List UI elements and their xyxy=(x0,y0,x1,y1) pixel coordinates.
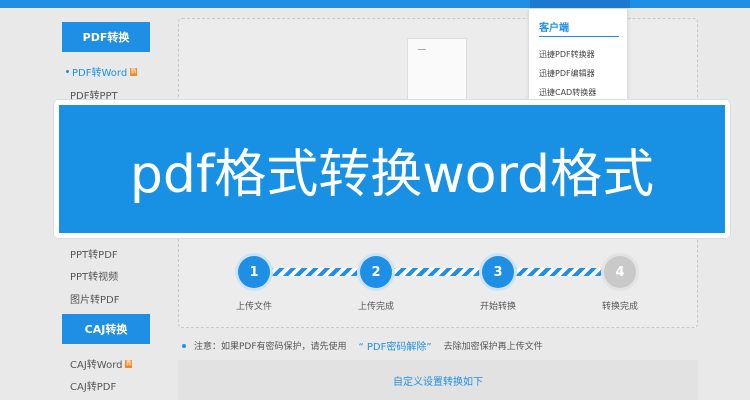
title-banner: pdf格式转换word格式 xyxy=(54,100,730,238)
sidebar-item-label: CAJ转PDF xyxy=(70,382,117,393)
document-mark xyxy=(418,49,426,50)
step-1-circle: 1 xyxy=(238,256,270,288)
step-2-circle: 2 xyxy=(360,256,392,288)
step-1-label: 上传文件 xyxy=(235,302,273,312)
progress-steps: 1 2 3 4 上传文件 上传完成 开始转换 转换完成 xyxy=(235,256,639,316)
pdf-password-remove-link[interactable]: “ PDF密码解除” xyxy=(359,338,432,353)
sidebar-item-label: PPT转PDF xyxy=(70,250,118,261)
sidebar-item-ppt-to-video[interactable]: PPT转视频 xyxy=(70,268,118,283)
dropdown-divider xyxy=(539,36,619,37)
sidebar-item-label: PDF转Word xyxy=(72,68,128,79)
sidebar-header-pdf[interactable]: PDF转换 xyxy=(62,22,150,52)
step-connector xyxy=(390,268,480,276)
sidebar-item-ppt-to-pdf[interactable]: PPT转PDF xyxy=(70,246,118,261)
sidebar-item-caj-to-pdf[interactable]: CAJ转PDF xyxy=(70,378,116,393)
dropdown-item-cad-converter[interactable]: 迅捷CAD转换器 xyxy=(539,87,596,98)
dropdown-title: 客户端 xyxy=(539,23,569,34)
password-notice: 注意：如果PDF有密码保护，请先使用 “ PDF密码解除” 去除加密保护再上传文… xyxy=(182,338,543,353)
sidebar-item-image-to-pdf[interactable]: 图片转PDF xyxy=(70,291,119,306)
custom-settings-bar[interactable]: 自定义设置转换如下 xyxy=(178,360,698,400)
dropdown-item-pdf-editor[interactable]: 迅捷PDF编辑器 xyxy=(539,68,595,79)
active-dot-icon xyxy=(66,70,69,73)
step-4-circle: 4 xyxy=(604,256,636,288)
sidebar-item-pdf-to-word[interactable]: PDF转Word 新 xyxy=(66,64,138,79)
sidebar-item-caj-to-word[interactable]: CAJ转Word 新 xyxy=(70,356,133,371)
new-badge: 新 xyxy=(125,359,133,368)
custom-settings-label: 自定义设置转换如下 xyxy=(393,376,483,388)
top-nav-active-tab[interactable] xyxy=(530,0,630,8)
step-4-label: 转换完成 xyxy=(601,302,639,312)
sidebar-item-label: CAJ转Word xyxy=(70,360,123,371)
step-3-circle: 3 xyxy=(482,256,514,288)
document-preview xyxy=(407,38,467,100)
sidebar-item-label: PPT转视频 xyxy=(70,272,119,283)
notice-prefix: 注意：如果PDF有密码保护，请先使用 xyxy=(194,342,347,352)
step-3-label: 开始转换 xyxy=(479,302,517,312)
sidebar-item-label: 图片转PDF xyxy=(70,295,120,306)
notice-bullet-icon xyxy=(182,343,186,348)
new-badge: 新 xyxy=(130,67,138,76)
step-connector xyxy=(512,268,602,276)
step-2-label: 上传完成 xyxy=(357,302,395,312)
dropdown-item-pdf-converter[interactable]: 迅捷PDF转换器 xyxy=(539,49,595,60)
notice-suffix: 去除加密保护再上传文件 xyxy=(443,342,543,352)
sidebar-header-caj[interactable]: CAJ转换 xyxy=(62,314,150,344)
client-dropdown-menu: 客户端 迅捷PDF转换器 迅捷PDF编辑器 迅捷CAD转换器 xyxy=(528,8,628,104)
step-connector xyxy=(268,268,358,276)
banner-title: pdf格式转换word格式 xyxy=(129,144,655,205)
